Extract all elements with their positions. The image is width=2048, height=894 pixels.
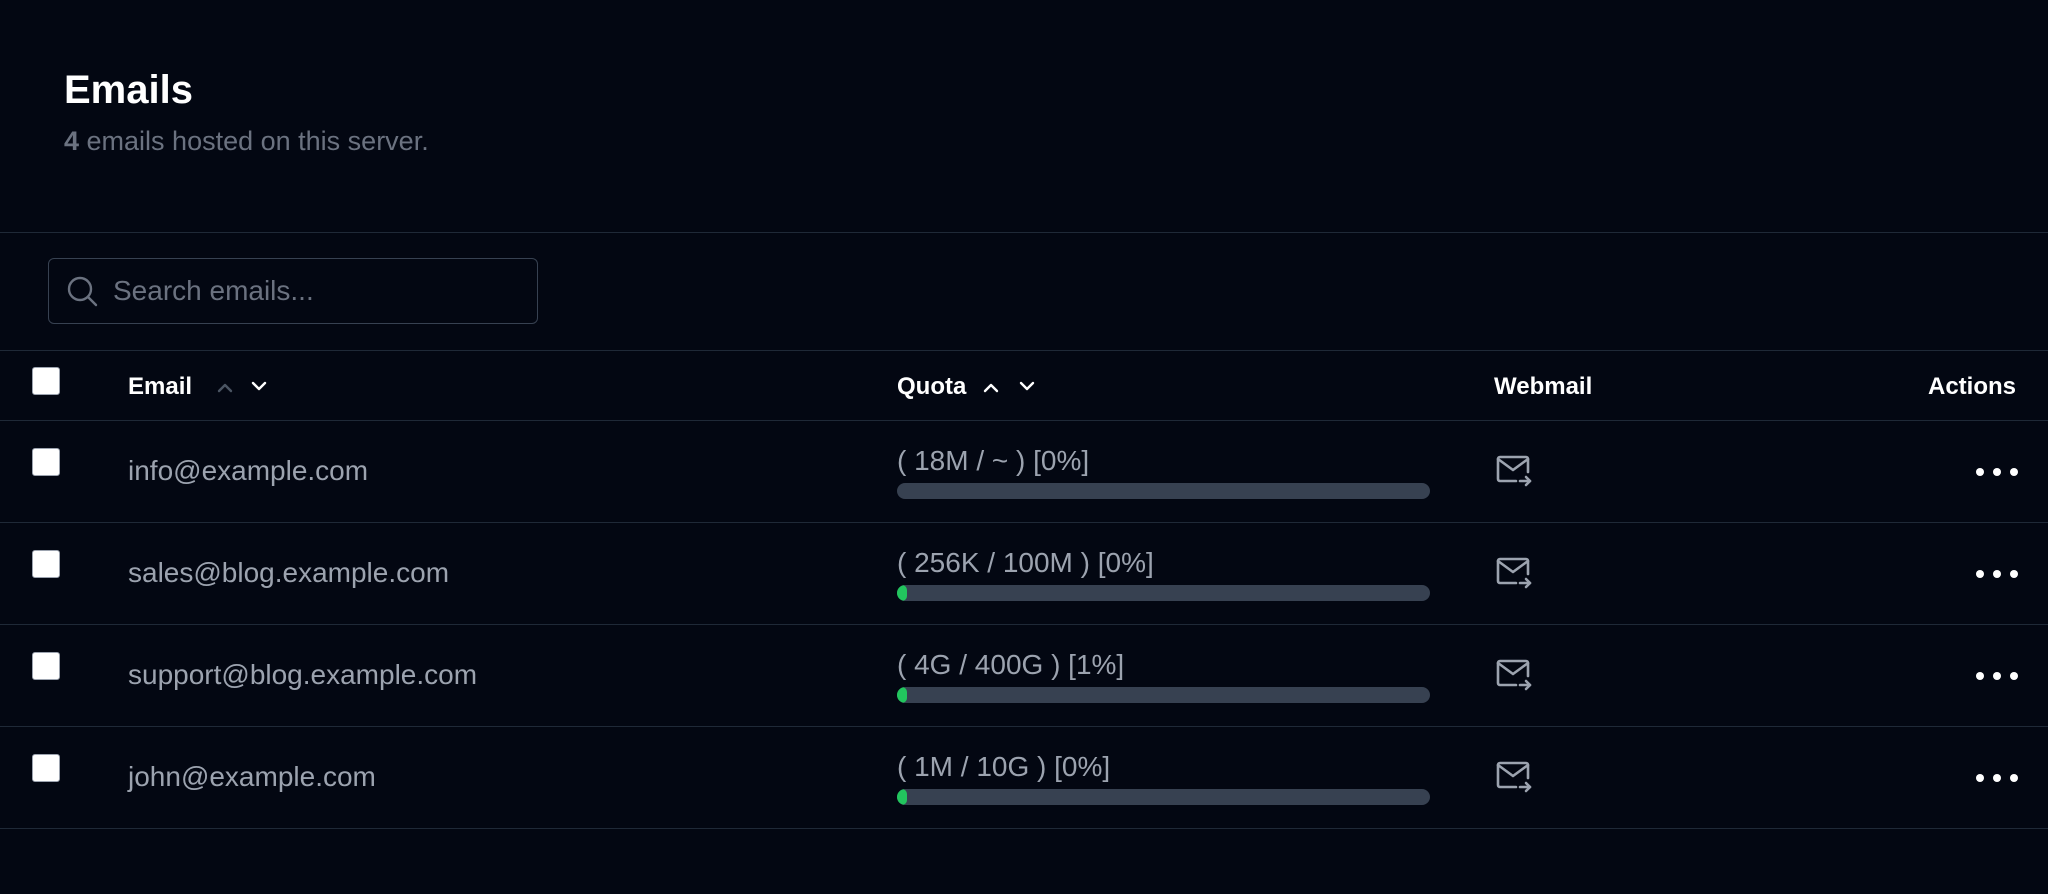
sort-asc-quota-icon[interactable] — [980, 376, 1002, 398]
column-label-actions: Actions — [1927, 373, 2016, 400]
webmail-link-icon[interactable] — [1494, 553, 1534, 593]
email-address[interactable]: john@example.com — [128, 761, 376, 793]
column-label-webmail: Webmail — [1494, 373, 1593, 400]
page-title: Emails — [64, 68, 193, 112]
search-input[interactable] — [99, 258, 537, 324]
column-label-email: Email — [128, 373, 193, 400]
row-actions-menu-icon[interactable] — [1976, 457, 2018, 487]
sort-desc-quota-icon[interactable] — [1016, 376, 1038, 398]
search-field[interactable] — [48, 258, 538, 324]
webmail-link-icon[interactable] — [1494, 451, 1534, 491]
row-actions-menu-icon[interactable] — [1976, 763, 2018, 793]
quota-progress-bar — [897, 687, 1430, 703]
column-label-quota: Quota — [897, 373, 967, 400]
quota-text: ( 1M / 10G ) [0%] — [897, 751, 1111, 782]
emails-table: Email Quota Webmail Actions info@example… — [0, 351, 2048, 829]
row-select-checkbox[interactable] — [32, 754, 60, 782]
email-count: 4 — [64, 126, 80, 156]
page-header: Emails 4 emails hosted on this server. — [64, 64, 429, 157]
webmail-link-icon[interactable] — [1494, 655, 1534, 695]
row-actions-menu-icon[interactable] — [1976, 661, 2018, 691]
row-select-checkbox[interactable] — [32, 550, 60, 578]
table-row: info@example.com ( 18M / ~ ) [0%] — [0, 421, 2048, 523]
search-icon — [65, 274, 99, 308]
email-address[interactable]: info@example.com — [128, 455, 368, 487]
page-subtitle: 4 emails hosted on this server. — [64, 126, 429, 157]
quota-progress-fill — [897, 789, 907, 805]
column-header-actions: Actions — [1928, 373, 2016, 401]
sort-desc-email-icon[interactable] — [248, 376, 270, 398]
webmail-link-icon[interactable] — [1494, 757, 1534, 797]
table-row: support@blog.example.com ( 4G / 400G ) [… — [0, 625, 2048, 727]
table-header-row: Email Quota Webmail Actions — [0, 351, 2048, 421]
sort-asc-email-icon[interactable] — [214, 376, 236, 398]
header-divider — [0, 232, 2048, 233]
quota-progress-fill — [897, 687, 907, 703]
quota-progress-fill — [897, 585, 907, 601]
quota-cell: ( 18M / ~ ) [0%] — [897, 445, 1430, 499]
column-header-webmail: Webmail — [1494, 373, 1592, 401]
quota-cell: ( 4G / 400G ) [1%] — [897, 649, 1430, 703]
quota-progress-bar — [897, 483, 1430, 499]
table-row: john@example.com ( 1M / 10G ) [0%] — [0, 727, 2048, 829]
row-select-checkbox[interactable] — [32, 448, 60, 476]
table-row: sales@blog.example.com ( 256K / 100M ) [… — [0, 523, 2048, 625]
quota-progress-bar — [897, 585, 1430, 601]
quota-text: ( 256K / 100M ) [0%] — [897, 547, 1154, 578]
quota-text: ( 4G / 400G ) [1%] — [897, 649, 1125, 680]
row-select-checkbox[interactable] — [32, 652, 60, 680]
select-all-checkbox[interactable] — [32, 367, 60, 395]
quota-progress-bar — [897, 789, 1430, 805]
quota-cell: ( 1M / 10G ) [0%] — [897, 751, 1430, 805]
subtitle-text: emails hosted on this server. — [79, 126, 429, 156]
email-address[interactable]: sales@blog.example.com — [128, 557, 449, 589]
quota-cell: ( 256K / 100M ) [0%] — [897, 547, 1430, 601]
quota-text: ( 18M / ~ ) [0%] — [897, 445, 1090, 476]
row-actions-menu-icon[interactable] — [1976, 559, 2018, 589]
column-header-quota: Quota — [897, 373, 1038, 401]
email-address[interactable]: support@blog.example.com — [128, 659, 477, 691]
column-header-email: Email — [128, 373, 270, 401]
